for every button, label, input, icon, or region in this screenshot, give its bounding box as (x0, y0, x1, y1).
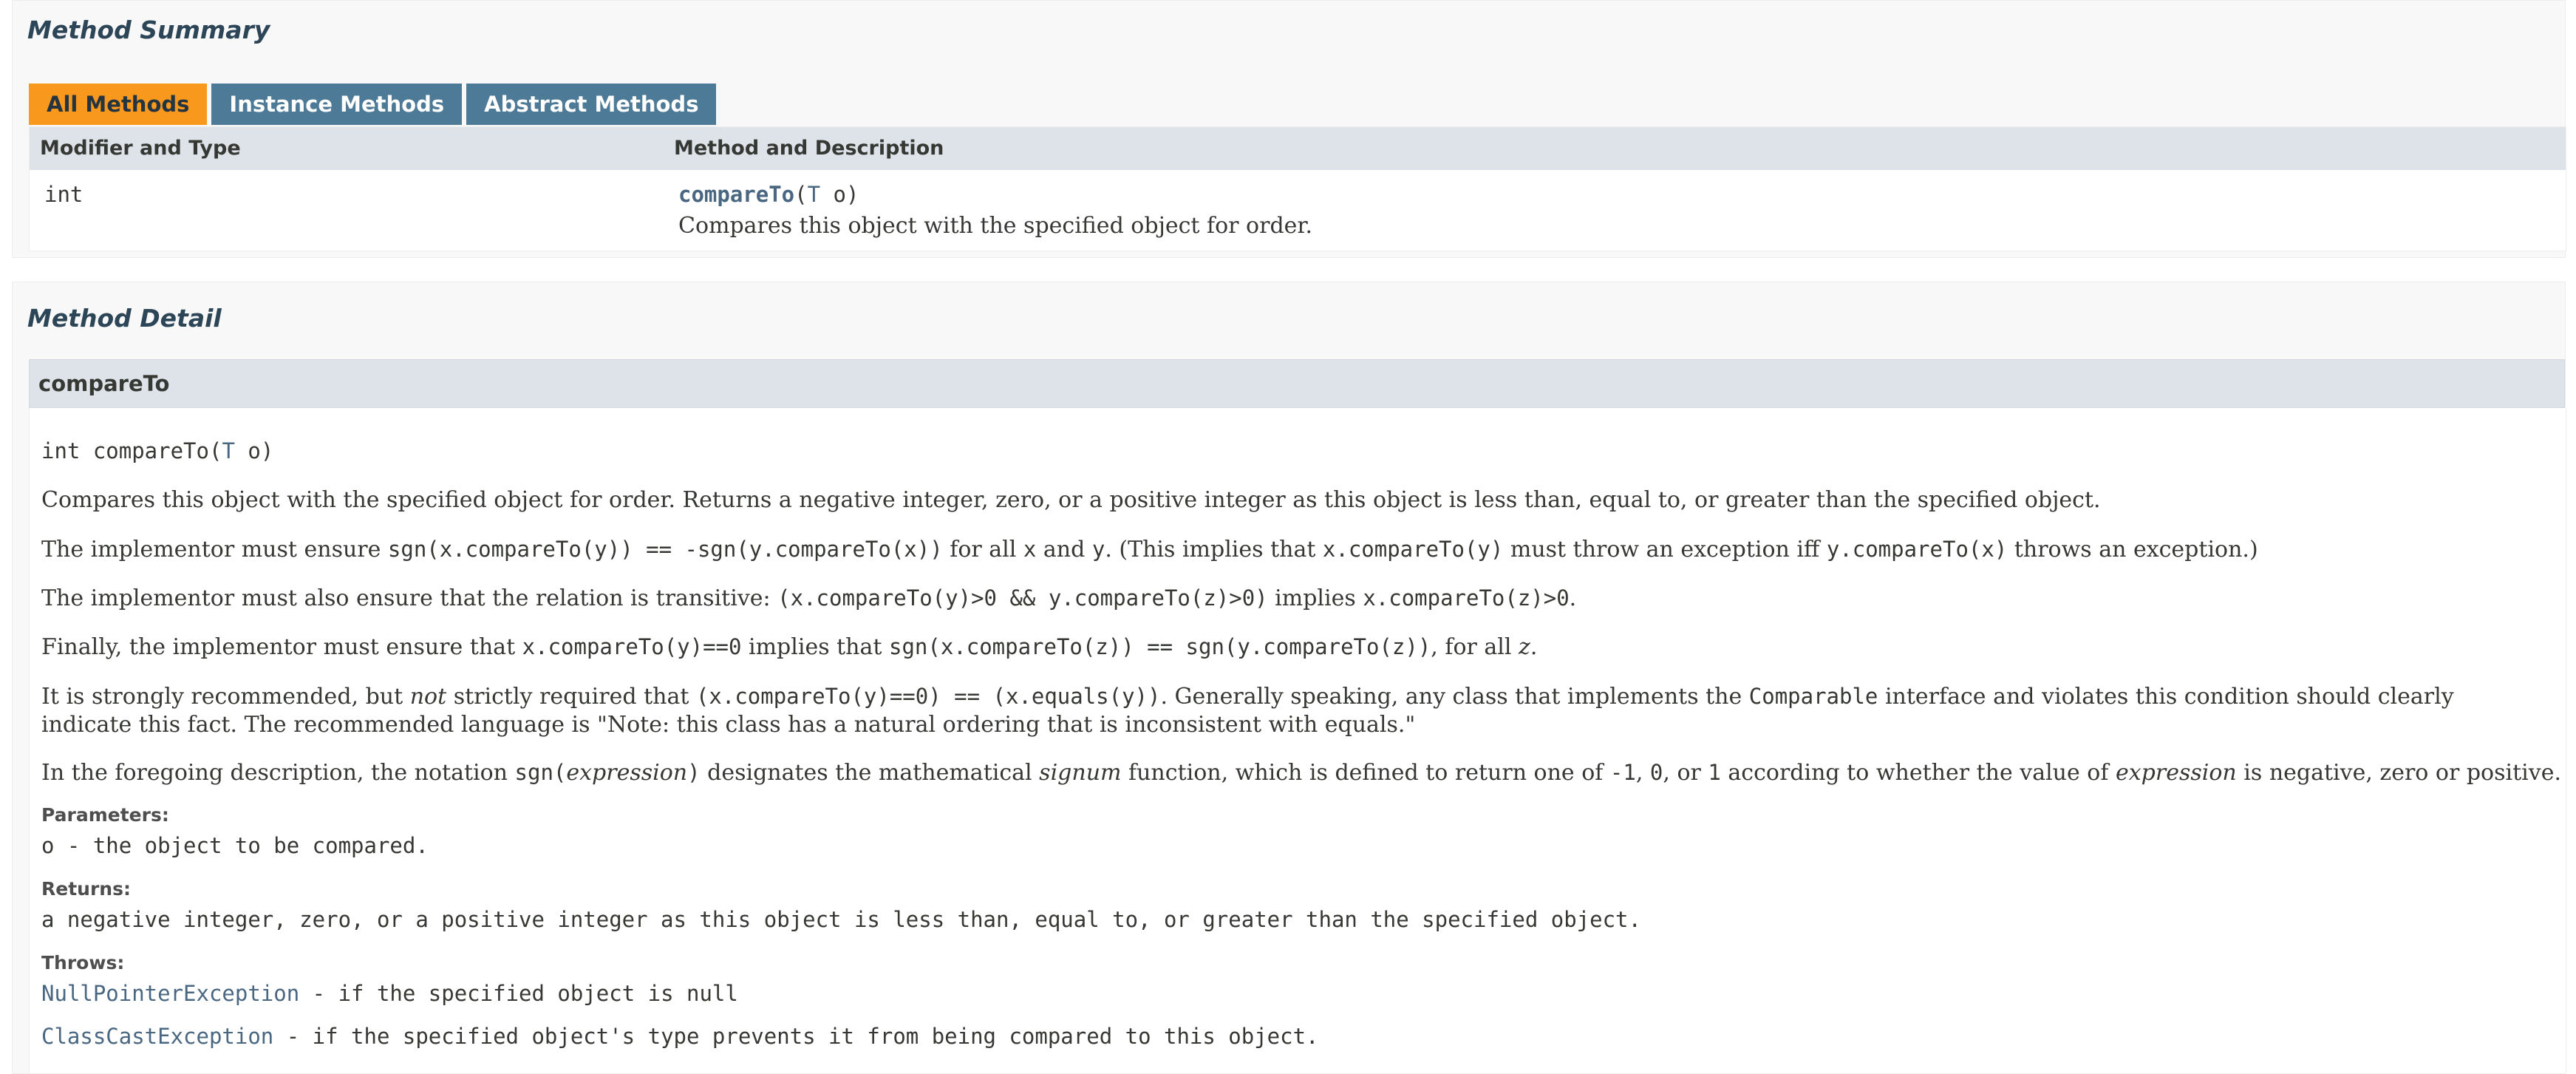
compareto-method-link[interactable]: compareTo (678, 182, 794, 207)
returns-description: a negative integer, zero, or a positive … (41, 907, 1641, 932)
method-detail-body: int compareTo(T o) Compares this object … (29, 408, 2566, 1073)
column-header-method: Method and Description (674, 137, 944, 160)
description-paragraph-5: It is strongly recommended, but not stri… (41, 684, 2454, 738)
column-header-modifier: Modifier and Type (40, 137, 241, 160)
description-paragraph-1: Compares this object with the specified … (41, 487, 2101, 513)
description-paragraph-4: Finally, the implementor must ensure tha… (41, 634, 1538, 660)
tab-abstract-methods[interactable]: Abstract Methods (466, 84, 717, 125)
method-detail-section: Method Detail compareTo int compareTo(T … (12, 282, 2566, 1074)
returns-label: Returns: (41, 878, 131, 900)
method-tabs: All Methods Instance Methods Abstract Me… (29, 84, 717, 125)
classcastexception-link[interactable]: ClassCastException (41, 1024, 273, 1049)
tab-instance-methods[interactable]: Instance Methods (211, 84, 463, 125)
method-description-cell: Compares this object with the specified … (678, 213, 1313, 239)
description-paragraph-2: The implementor must ensure sgn(x.compar… (41, 537, 2258, 563)
description-paragraph-3: The implementor must also ensure that th… (41, 585, 1577, 611)
throws-item-nullpointer: NullPointerException - if the specified … (41, 981, 738, 1006)
throws-item-classcast: ClassCastException - if the specified ob… (41, 1024, 1319, 1049)
method-signature: int compareTo(T o) (41, 438, 274, 463)
tab-all-methods[interactable]: All Methods (29, 84, 208, 125)
table-header-row: Modifier and Type Method and Description (30, 127, 2566, 170)
type-param-t-link[interactable]: T (808, 182, 820, 207)
method-summary-section: Method Summary All Methods Instance Meth… (12, 0, 2566, 258)
throws-label: Throws: (41, 952, 125, 973)
description-paragraph-6: In the foregoing description, the notati… (41, 760, 2561, 786)
method-summary-title: Method Summary (27, 16, 270, 44)
method-summary-table: Modifier and Type Method and Description… (29, 126, 2566, 251)
signature-type-t-link[interactable]: T (222, 438, 234, 463)
nullpointerexception-link[interactable]: NullPointerException (41, 981, 299, 1006)
modifier-type-cell: int (44, 182, 84, 207)
parameters-label: Parameters: (41, 804, 169, 826)
method-detail-header: compareTo (29, 359, 2565, 408)
parameter-description: o - the object to be compared. (41, 833, 429, 858)
method-signature-cell: compareTo(T o) (678, 182, 859, 207)
method-detail-title: Method Detail (27, 304, 222, 333)
